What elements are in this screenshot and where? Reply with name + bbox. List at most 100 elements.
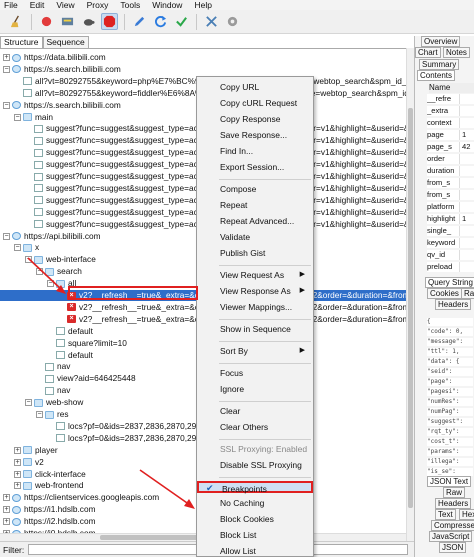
turtle-icon[interactable] xyxy=(80,13,97,30)
menu-item-copy-response[interactable]: Copy Response xyxy=(197,113,313,125)
menu-item-repeat-advanced[interactable]: Repeat Advanced... xyxy=(197,215,313,227)
param-row[interactable]: keyword xyxy=(427,238,474,248)
tab-hex[interactable]: Hex xyxy=(459,509,474,520)
tree-row[interactable]: + https://data.bilibili.com xyxy=(0,52,406,63)
expand-icon[interactable]: + xyxy=(14,458,21,466)
menu-item-sort-by[interactable]: Sort By ▶ xyxy=(197,345,313,357)
menu-help[interactable]: Help xyxy=(194,0,211,10)
menu-item-view-request-as[interactable]: View Request As ▶ xyxy=(197,269,313,281)
param-row[interactable]: qv_id xyxy=(427,250,474,260)
param-row[interactable]: from_s xyxy=(427,178,474,188)
expand-icon[interactable]: + xyxy=(3,506,10,514)
tab-summary[interactable]: Summary xyxy=(419,59,460,70)
param-row[interactable]: duration xyxy=(427,166,474,176)
menu-item-breakpoints[interactable]: ✔ Breakpoints xyxy=(197,481,313,494)
menu-item-ignore[interactable]: Ignore xyxy=(197,383,313,395)
menu-item-viewer-mappings[interactable]: Viewer Mappings... xyxy=(197,301,313,313)
tab-json-text[interactable]: JSON Text xyxy=(427,476,472,487)
tab-text[interactable]: Text xyxy=(435,509,456,520)
breakpoint-icon[interactable] xyxy=(101,13,118,30)
expand-icon[interactable]: + xyxy=(3,494,10,502)
collapse-icon[interactable]: − xyxy=(25,399,32,407)
menu-proxy[interactable]: Proxy xyxy=(87,0,109,10)
expand-icon[interactable]: + xyxy=(3,54,10,61)
collapse-icon[interactable]: − xyxy=(14,113,21,121)
tools-icon[interactable] xyxy=(203,13,220,30)
expand-icon[interactable]: + xyxy=(14,470,21,478)
menu-file[interactable]: File xyxy=(4,0,18,10)
broom-icon[interactable] xyxy=(8,13,25,30)
collapse-icon[interactable]: − xyxy=(47,280,54,288)
menu-item-view-response-as[interactable]: View Response As ▶ xyxy=(197,285,313,297)
param-row[interactable]: from_s xyxy=(427,190,474,200)
tab-compressed[interactable]: Compressed xyxy=(431,520,474,531)
param-row[interactable]: platform xyxy=(427,202,474,212)
menu-item-repeat[interactable]: Repeat xyxy=(197,199,313,211)
menu-item-show-in-sequence[interactable]: Show in Sequence xyxy=(197,323,313,335)
param-row[interactable]: page 1 xyxy=(427,130,474,140)
menu-item-block-list[interactable]: Block List xyxy=(197,529,313,541)
throttle-icon[interactable] xyxy=(59,13,76,30)
menu-item-export-session[interactable]: Export Session... xyxy=(197,161,313,173)
name-column-header[interactable]: Name xyxy=(429,83,474,93)
menu-item-no-caching[interactable]: No Caching xyxy=(197,497,313,509)
tab-chart[interactable]: Chart xyxy=(415,47,441,58)
tab-notes[interactable]: Notes xyxy=(443,47,470,58)
tree-vertical-scrollbar[interactable] xyxy=(406,48,414,541)
menu-item-compose[interactable]: Compose xyxy=(197,183,313,195)
param-row[interactable]: highlight 1 xyxy=(427,214,474,224)
tab-javascript[interactable]: JavaScript xyxy=(429,531,473,542)
menu-item-clear-others[interactable]: Clear Others xyxy=(197,421,313,433)
menu-item-copy-url[interactable]: Copy URL xyxy=(197,81,313,93)
param-row[interactable]: __refre xyxy=(427,94,474,104)
menu-item-find-in[interactable]: Find In... xyxy=(197,145,313,157)
collapse-icon[interactable]: − xyxy=(3,101,10,109)
collapse-icon[interactable]: − xyxy=(3,232,10,240)
scrollbar-thumb[interactable] xyxy=(408,108,413,508)
tab-overview[interactable]: Overview xyxy=(421,36,461,47)
menu-item-save-response[interactable]: Save Response... xyxy=(197,129,313,141)
menu-item-clear[interactable]: Clear xyxy=(197,405,313,417)
tab-json[interactable]: JSON xyxy=(439,542,467,553)
tab-raw[interactable]: Raw xyxy=(461,288,474,299)
param-row[interactable]: page_s 42 xyxy=(427,142,474,152)
check-icon[interactable] xyxy=(173,13,190,30)
pen-icon[interactable] xyxy=(131,13,148,30)
param-row[interactable]: preload xyxy=(427,262,474,272)
tab-headers[interactable]: Headers xyxy=(435,299,472,310)
collapse-icon[interactable]: − xyxy=(36,411,43,418)
tab-query-string[interactable]: Query String xyxy=(425,277,474,288)
param-row[interactable]: single_ xyxy=(427,226,474,236)
settings-icon[interactable] xyxy=(224,13,241,30)
param-row[interactable]: _extra xyxy=(427,106,474,116)
tab-structure[interactable]: Structure xyxy=(0,36,43,48)
collapse-icon[interactable]: − xyxy=(25,256,32,264)
expand-icon[interactable]: + xyxy=(14,446,21,454)
menu-window[interactable]: Window xyxy=(152,0,182,10)
menu-item-validate[interactable]: Validate xyxy=(197,231,313,243)
refresh-icon[interactable] xyxy=(152,13,169,30)
tab-cookies[interactable]: Cookies xyxy=(427,288,462,299)
menu-item-block-cookies[interactable]: Block Cookies xyxy=(197,513,313,525)
collapse-icon[interactable]: − xyxy=(36,268,43,276)
menu-view[interactable]: View xyxy=(56,0,74,10)
tab-raw[interactable]: Raw xyxy=(443,487,466,498)
menu-item-focus[interactable]: Focus xyxy=(197,367,313,379)
menu-item-allow-list[interactable]: Allow List xyxy=(197,545,313,557)
menu-item-publish-gist[interactable]: Publish Gist xyxy=(197,247,313,259)
tab-contents[interactable]: Contents xyxy=(417,70,456,81)
expand-icon[interactable]: + xyxy=(14,482,21,490)
collapse-icon[interactable]: − xyxy=(14,244,21,252)
menu-edit[interactable]: Edit xyxy=(30,0,45,10)
expand-icon[interactable]: + xyxy=(3,518,10,526)
menu-item-disable-ssl-proxying[interactable]: Disable SSL Proxying xyxy=(197,459,313,471)
param-row[interactable]: context xyxy=(427,118,474,128)
record-icon[interactable] xyxy=(38,13,55,30)
tab-headers[interactable]: Headers xyxy=(435,498,472,509)
collapse-icon[interactable]: − xyxy=(3,65,10,73)
menu-tools[interactable]: Tools xyxy=(120,0,140,10)
menu-item-copy-curl-request[interactable]: Copy cURL Request xyxy=(197,97,313,109)
param-row[interactable]: order xyxy=(427,154,474,164)
tab-sequence[interactable]: Sequence xyxy=(42,36,89,48)
tree-row[interactable]: − https://s.search.bilibili.com xyxy=(0,64,406,75)
